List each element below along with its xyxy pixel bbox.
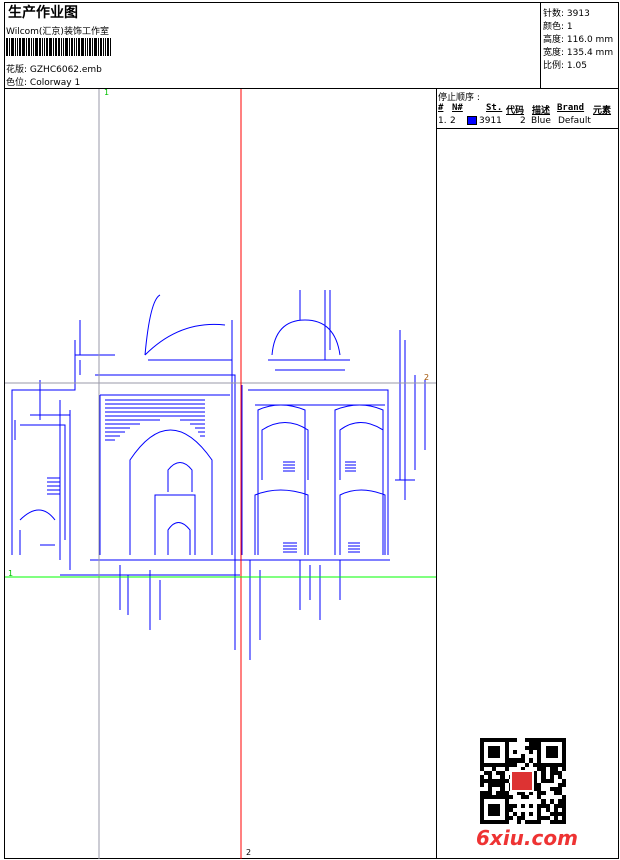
guide-label-h2: 2 <box>424 373 430 382</box>
guide-label-h1: 1 <box>8 569 14 578</box>
embroidery-design <box>11 290 426 660</box>
guide-label-v1: 1 <box>104 88 110 97</box>
fill-stitching <box>47 399 360 553</box>
watermark: 6xiu.com <box>476 826 578 850</box>
design-canvas <box>5 89 436 859</box>
seal-stamp <box>510 770 534 792</box>
guide-label-v2: 2 <box>246 848 252 857</box>
